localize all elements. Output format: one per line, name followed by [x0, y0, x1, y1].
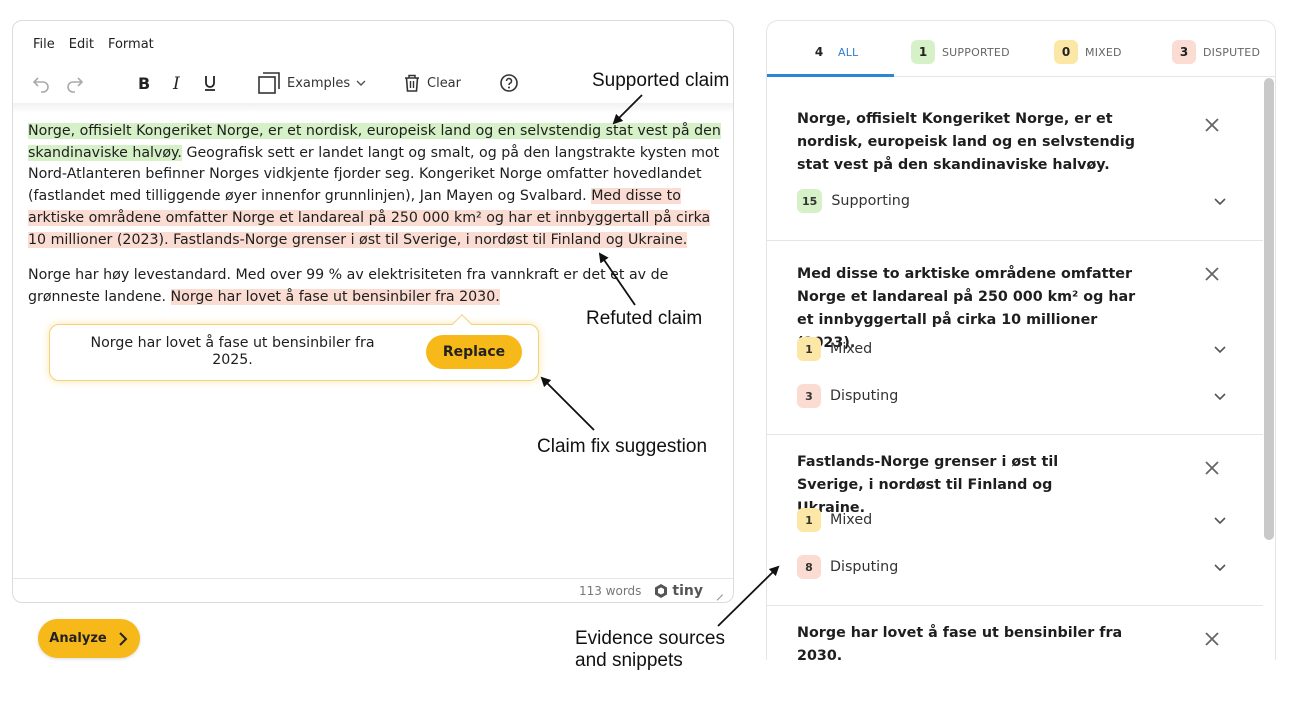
- annotation-evidence-line1: Evidence sources: [575, 628, 725, 649]
- evidence-count-badge: 8: [797, 555, 821, 579]
- claim-card: Med disse to arktiske områdene omfatter …: [767, 241, 1263, 435]
- claim-text: Norge, offisielt Kongeriket Norge, er et…: [797, 111, 1136, 173]
- evidence-row-disputing[interactable]: 8 Disputing: [797, 554, 1227, 580]
- analyze-button[interactable]: Analyze: [38, 619, 140, 658]
- menubar: File Edit Format: [33, 37, 154, 52]
- svg-text:B: B: [138, 74, 150, 93]
- chevron-down-icon: [1214, 198, 1226, 206]
- annotation-refuted: Refuted claim: [586, 308, 703, 329]
- menu-file[interactable]: File: [33, 37, 55, 52]
- editor-content[interactable]: Norge, offisielt Kongeriket Norge, er et…: [28, 121, 728, 323]
- chevron-down-icon: [356, 80, 366, 86]
- claim-card: Norge har lovet å fase ut bensinbiler fr…: [767, 606, 1263, 660]
- close-icon[interactable]: [1203, 459, 1221, 477]
- tab-label: DISPUTED: [1203, 45, 1261, 59]
- tab-label: SUPPORTED: [942, 45, 1010, 59]
- evidence-row-supporting[interactable]: 15 Supporting: [797, 188, 1227, 214]
- claim-card: Fastlands-Norge grenser i øst til Sverig…: [767, 435, 1263, 606]
- close-icon[interactable]: [1203, 116, 1221, 134]
- annotation-evidence: Evidence sources and snippets: [575, 628, 725, 672]
- tab-count: 3: [1172, 40, 1196, 64]
- paragraph-2: Norge har høy levestandard. Med over 99 …: [28, 265, 728, 308]
- chevron-down-icon: [1214, 393, 1226, 401]
- trash-icon: [405, 74, 419, 92]
- tab-supported[interactable]: 1 SUPPORTED: [911, 39, 1010, 65]
- tab-mixed[interactable]: 0 MIXED: [1054, 39, 1122, 65]
- active-tab-indicator: [767, 74, 894, 77]
- annotation-fix: Claim fix suggestion: [537, 436, 708, 457]
- evidence-row-mixed[interactable]: 1 Mixed: [797, 336, 1227, 362]
- evidence-count-badge: 15: [797, 189, 823, 213]
- claim-text: Norge har lovet å fase ut bensinbiler fr…: [797, 625, 1123, 660]
- evidence-label: Supporting: [831, 193, 910, 209]
- paragraph-1: Norge, offisielt Kongeriket Norge, er et…: [28, 121, 728, 251]
- underline-icon: [205, 76, 215, 91]
- filter-tabs: 4 ALL 1 SUPPORTED 0 MIXED 3 DISPUTED: [767, 21, 1275, 77]
- replace-button[interactable]: Replace: [426, 335, 522, 369]
- tab-count: 0: [1054, 40, 1078, 64]
- italic-button[interactable]: I: [169, 69, 187, 97]
- tab-count: 1: [911, 40, 935, 64]
- word-count: 113 words: [578, 583, 642, 598]
- tiny-brand-text: tiny: [672, 582, 703, 599]
- claims-list: Norge, offisielt Kongeriket Norge, er et…: [767, 78, 1263, 660]
- undo-icon: [32, 77, 49, 93]
- svg-text:I: I: [172, 74, 180, 93]
- bold-button[interactable]: B: [135, 69, 153, 97]
- evidence-label: Mixed: [830, 512, 873, 528]
- claim-card: Norge, offisielt Kongeriket Norge, er et…: [767, 78, 1263, 241]
- analyze-label: Analyze: [49, 631, 107, 646]
- suggestion-text: Norge har lovet å fase ut bensinbiler fr…: [90, 335, 375, 368]
- italic-icon: I: [172, 74, 180, 93]
- close-icon[interactable]: [1203, 630, 1221, 648]
- tiny-logo: tiny: [653, 583, 703, 599]
- chevron-right-icon: [118, 631, 128, 646]
- close-icon[interactable]: [1203, 265, 1221, 283]
- underline-button[interactable]: [201, 69, 219, 97]
- chevron-down-icon: [1214, 564, 1226, 572]
- menu-edit[interactable]: Edit: [69, 37, 94, 52]
- tab-all[interactable]: 4 ALL: [807, 39, 858, 65]
- tab-label: MIXED: [1085, 45, 1122, 59]
- evidence-label: Disputing: [830, 388, 899, 404]
- evidence-count-badge: 1: [797, 508, 821, 532]
- help-icon: [500, 74, 518, 92]
- evidence-row-disputing[interactable]: 3 Disputing: [797, 383, 1227, 409]
- refuted-claim-highlight[interactable]: Fastlands-Norge grenser i øst til Sverig…: [173, 231, 688, 248]
- clear-button[interactable]: Clear: [403, 69, 461, 97]
- undo-button[interactable]: [31, 69, 51, 97]
- scrollbar-thumb[interactable]: [1264, 78, 1274, 540]
- tiny-logo-icon: [655, 583, 668, 598]
- annotation-supported: Supported claim: [592, 70, 730, 91]
- menu-format[interactable]: Format: [108, 37, 154, 52]
- resize-handle[interactable]: [715, 587, 723, 595]
- evidence-label: Disputing: [830, 559, 899, 575]
- tab-label: ALL: [838, 45, 859, 59]
- tab-count: 4: [814, 45, 824, 59]
- evidence-label: Mixed: [830, 341, 873, 357]
- redo-button[interactable]: [65, 69, 85, 97]
- examples-dropdown[interactable]: Examples: [257, 69, 368, 97]
- bold-icon: B: [138, 74, 150, 93]
- chevron-down-icon: [1214, 346, 1226, 354]
- status-bar: 113 words tiny: [13, 578, 733, 602]
- clear-label: Clear: [427, 75, 461, 91]
- toolbar-shadow: [13, 103, 733, 113]
- examples-label: Examples: [287, 75, 351, 91]
- evidence-row-mixed[interactable]: 1 Mixed: [797, 507, 1227, 533]
- claim-fix-popup: Norge har lovet å fase ut bensinbiler fr…: [49, 314, 539, 381]
- copy-icon: [258, 72, 280, 94]
- evidence-count-badge: 1: [797, 337, 821, 361]
- claims-panel: 4 ALL 1 SUPPORTED 0 MIXED 3 DISPUTED Nor…: [766, 20, 1276, 660]
- help-button[interactable]: [499, 69, 519, 97]
- refuted-claim-highlight[interactable]: Norge har lovet å fase ut bensinbiler fr…: [170, 288, 500, 305]
- evidence-count-badge: 3: [797, 384, 821, 408]
- annotation-evidence-line2: and snippets: [575, 650, 683, 671]
- chevron-down-icon: [1214, 517, 1226, 525]
- tab-disputed[interactable]: 3 DISPUTED: [1172, 39, 1260, 65]
- redo-icon: [67, 77, 84, 93]
